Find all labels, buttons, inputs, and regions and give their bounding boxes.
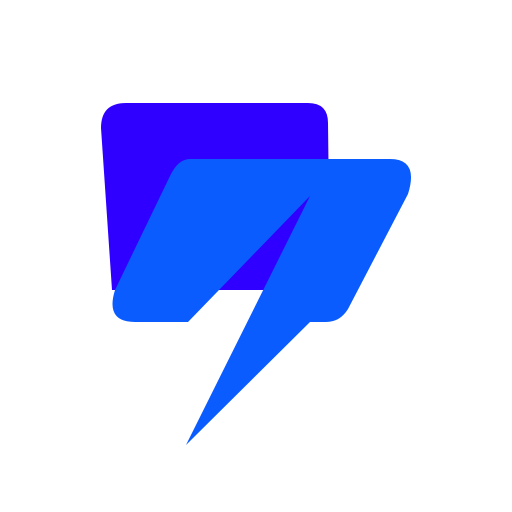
logo-canvas [0,0,512,512]
app-logo-icon [101,103,412,445]
